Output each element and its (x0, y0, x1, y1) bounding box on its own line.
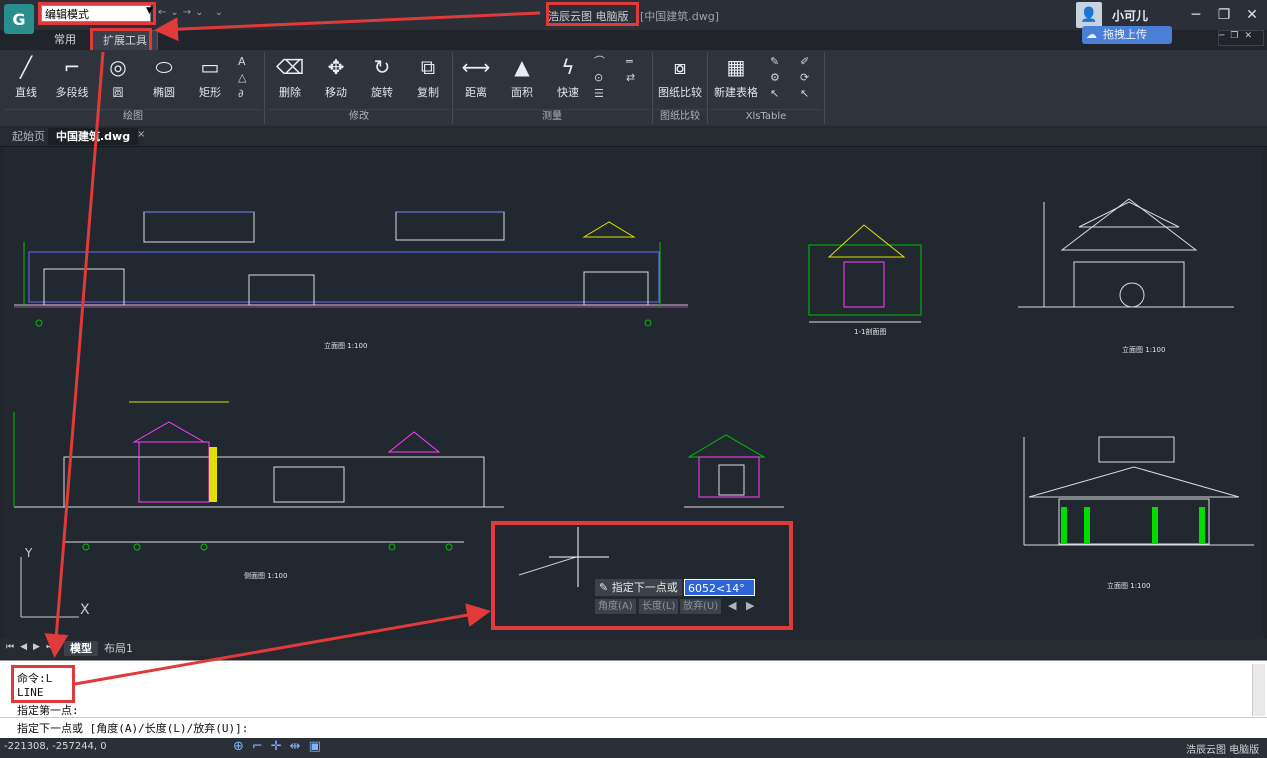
annotation-arrows (44, 11, 541, 686)
